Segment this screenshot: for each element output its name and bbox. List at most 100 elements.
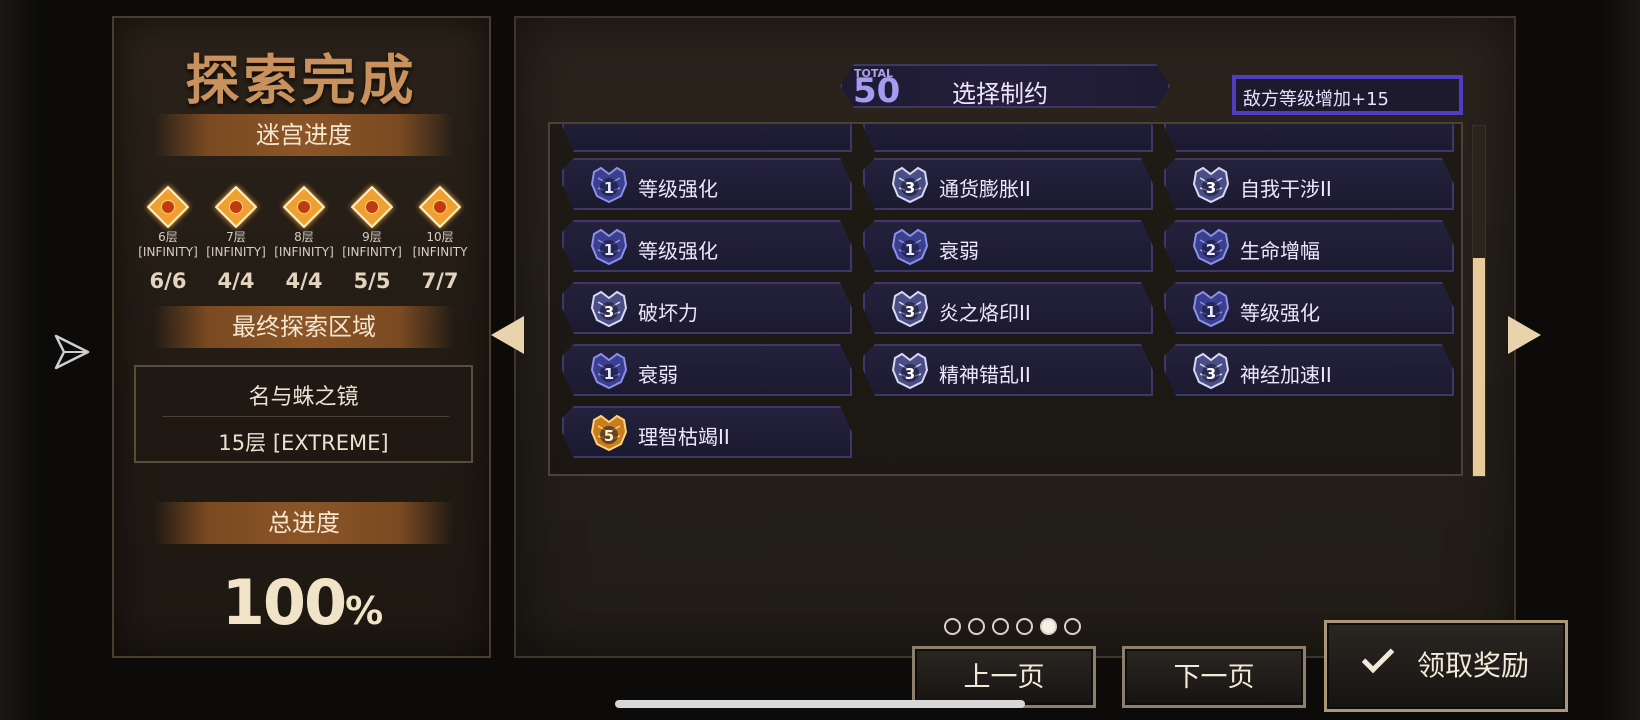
total-progress-banner: 总进度 bbox=[154, 502, 454, 544]
divider bbox=[162, 416, 449, 417]
constraint-level-icon: 5 bbox=[588, 414, 630, 452]
constraint-level-icon: 3 bbox=[889, 290, 931, 328]
constraint-chip[interactable]: 3 通货膨胀II bbox=[863, 158, 1153, 210]
floor-item: 7层 [INFINITY] 4/4 bbox=[202, 185, 270, 301]
svg-text:1: 1 bbox=[604, 179, 614, 197]
constraint-level-icon: 1 bbox=[588, 166, 630, 204]
constraint-chip[interactable]: 3 炎之烙印II bbox=[863, 282, 1153, 334]
scrollbar-thumb[interactable] bbox=[1473, 258, 1485, 476]
total-constraint-header: TOTAL 50 选择制约 bbox=[840, 64, 1170, 108]
constraint-label: 理智枯竭II bbox=[638, 425, 730, 449]
floor-mode: [INFINITY] bbox=[342, 245, 402, 259]
constraint-level-icon: 1 bbox=[1190, 290, 1232, 328]
constraint-chip-partial[interactable] bbox=[562, 124, 852, 152]
svg-text:1: 1 bbox=[604, 241, 614, 259]
constraint-chip[interactable]: 1 衰弱 bbox=[863, 220, 1153, 272]
constraint-chip[interactable]: 1 衰弱 bbox=[562, 344, 852, 396]
floor-count: 7/7 bbox=[421, 269, 459, 293]
page-dot[interactable] bbox=[1016, 618, 1033, 635]
floor-count: 4/4 bbox=[285, 269, 323, 293]
constraint-label: 衰弱 bbox=[638, 363, 678, 387]
claim-reward-button[interactable]: 领取奖励 bbox=[1324, 620, 1568, 712]
constraint-level-icon: 1 bbox=[889, 228, 931, 266]
page-dot[interactable] bbox=[968, 618, 985, 635]
diamond-marker-icon bbox=[350, 185, 394, 229]
floor-name: 7层 bbox=[226, 230, 246, 244]
constraint-chip[interactable]: 3 神经加速II bbox=[1164, 344, 1454, 396]
total-value: 50 bbox=[853, 71, 901, 111]
final-area-floor: 15层 [EXTREME] bbox=[218, 431, 389, 455]
constraint-label: 自我干涉II bbox=[1240, 177, 1332, 201]
floor-count: 6/6 bbox=[149, 269, 187, 293]
final-area-box: 名与蛛之镜 15层 [EXTREME] bbox=[134, 365, 473, 463]
constraint-chip[interactable]: 3 破坏力 bbox=[562, 282, 852, 334]
constraint-chip-partial[interactable] bbox=[863, 124, 1153, 152]
check-icon bbox=[1361, 640, 1395, 674]
diamond-marker-icon bbox=[146, 185, 190, 229]
svg-text:1: 1 bbox=[905, 241, 915, 259]
page-dot[interactable] bbox=[1040, 618, 1057, 635]
constraint-level-icon: 3 bbox=[1190, 352, 1232, 390]
floor-name: 10层 bbox=[426, 230, 454, 244]
constraint-list[interactable]: 1 等级强化 3 通货膨胀II 3 自我干涉II 1 等级强化 1 衰弱 2 生命增幅 3 破坏力 3 炎之烙… bbox=[548, 122, 1463, 476]
maze-progress-banner: 迷宫进度 bbox=[154, 114, 454, 156]
svg-text:2: 2 bbox=[1206, 241, 1216, 259]
floor-item: 8层 [INFINITY] 4/4 bbox=[270, 185, 338, 301]
send-icon[interactable] bbox=[52, 332, 92, 372]
final-area-name: 名与蛛之镜 bbox=[248, 385, 359, 410]
scrollbar[interactable] bbox=[1472, 125, 1486, 477]
svg-text:3: 3 bbox=[1206, 179, 1216, 197]
constraint-chip[interactable]: 5 理智枯竭II bbox=[562, 406, 852, 458]
floor-item: 9层 [INFINITY] 5/5 bbox=[338, 185, 406, 301]
constraint-chip[interactable]: 1 等级强化 bbox=[1164, 282, 1454, 334]
diamond-marker-icon bbox=[282, 185, 326, 229]
constraint-chip[interactable]: 1 等级强化 bbox=[562, 158, 852, 210]
svg-text:3: 3 bbox=[905, 365, 915, 383]
constraint-level-icon: 1 bbox=[588, 228, 630, 266]
floor-name: 8层 bbox=[294, 230, 314, 244]
floor-mode: [INFINITY] bbox=[206, 245, 266, 259]
constraint-chip-partial[interactable] bbox=[1164, 124, 1454, 152]
floor-item: 6层 [INFINITY] 6/6 bbox=[134, 185, 202, 301]
svg-text:3: 3 bbox=[905, 179, 915, 197]
constraint-level-icon: 3 bbox=[889, 352, 931, 390]
diamond-marker-icon bbox=[418, 185, 462, 229]
prev-page-button[interactable]: 上一页 bbox=[912, 646, 1096, 708]
constraint-label: 炎之烙印II bbox=[939, 301, 1031, 325]
constraint-level-icon: 3 bbox=[588, 290, 630, 328]
page-dot[interactable] bbox=[944, 618, 961, 635]
constraint-chip[interactable]: 3 精神错乱II bbox=[863, 344, 1153, 396]
constraint-label: 等级强化 bbox=[638, 239, 718, 263]
effect-summary: 敌方等级增加+15 bbox=[1232, 75, 1463, 115]
constraint-label: 等级强化 bbox=[638, 177, 718, 201]
total-progress-unit: % bbox=[345, 589, 383, 633]
arrow-left-icon[interactable] bbox=[491, 316, 524, 354]
page-dot[interactable] bbox=[992, 618, 1009, 635]
svg-text:1: 1 bbox=[604, 365, 614, 383]
svg-text:3: 3 bbox=[604, 303, 614, 321]
exploration-summary-panel: 探索完成 迷宫进度 6层 [INFINITY] 6/6 7层 [INFINITY… bbox=[112, 16, 491, 658]
constraint-chip[interactable]: 2 生命增幅 bbox=[1164, 220, 1454, 272]
frame-edge-left bbox=[0, 0, 40, 720]
constraint-level-icon: 1 bbox=[588, 352, 630, 390]
diamond-marker-icon bbox=[214, 185, 258, 229]
svg-text:5: 5 bbox=[604, 427, 614, 445]
floor-item: 10层 [INFINITY 7/7 bbox=[406, 185, 474, 301]
constraint-label: 通货膨胀II bbox=[939, 177, 1031, 201]
page-dot[interactable] bbox=[1064, 618, 1081, 635]
floor-count: 4/4 bbox=[217, 269, 255, 293]
next-page-button[interactable]: 下一页 bbox=[1122, 646, 1306, 708]
constraint-chip[interactable]: 1 等级强化 bbox=[562, 220, 852, 272]
constraint-label: 生命增幅 bbox=[1240, 239, 1320, 263]
floor-mode: [INFINITY bbox=[412, 245, 468, 259]
home-indicator[interactable] bbox=[615, 700, 1025, 708]
section-title: 选择制约 bbox=[952, 80, 1048, 108]
floor-name: 6层 bbox=[158, 230, 178, 244]
constraint-label: 等级强化 bbox=[1240, 301, 1320, 325]
page-indicator bbox=[944, 618, 1084, 636]
constraint-label: 衰弱 bbox=[939, 239, 979, 263]
floor-count: 5/5 bbox=[353, 269, 391, 293]
arrow-right-icon[interactable] bbox=[1508, 316, 1541, 354]
floor-name: 9层 bbox=[362, 230, 382, 244]
constraint-chip[interactable]: 3 自我干涉II bbox=[1164, 158, 1454, 210]
